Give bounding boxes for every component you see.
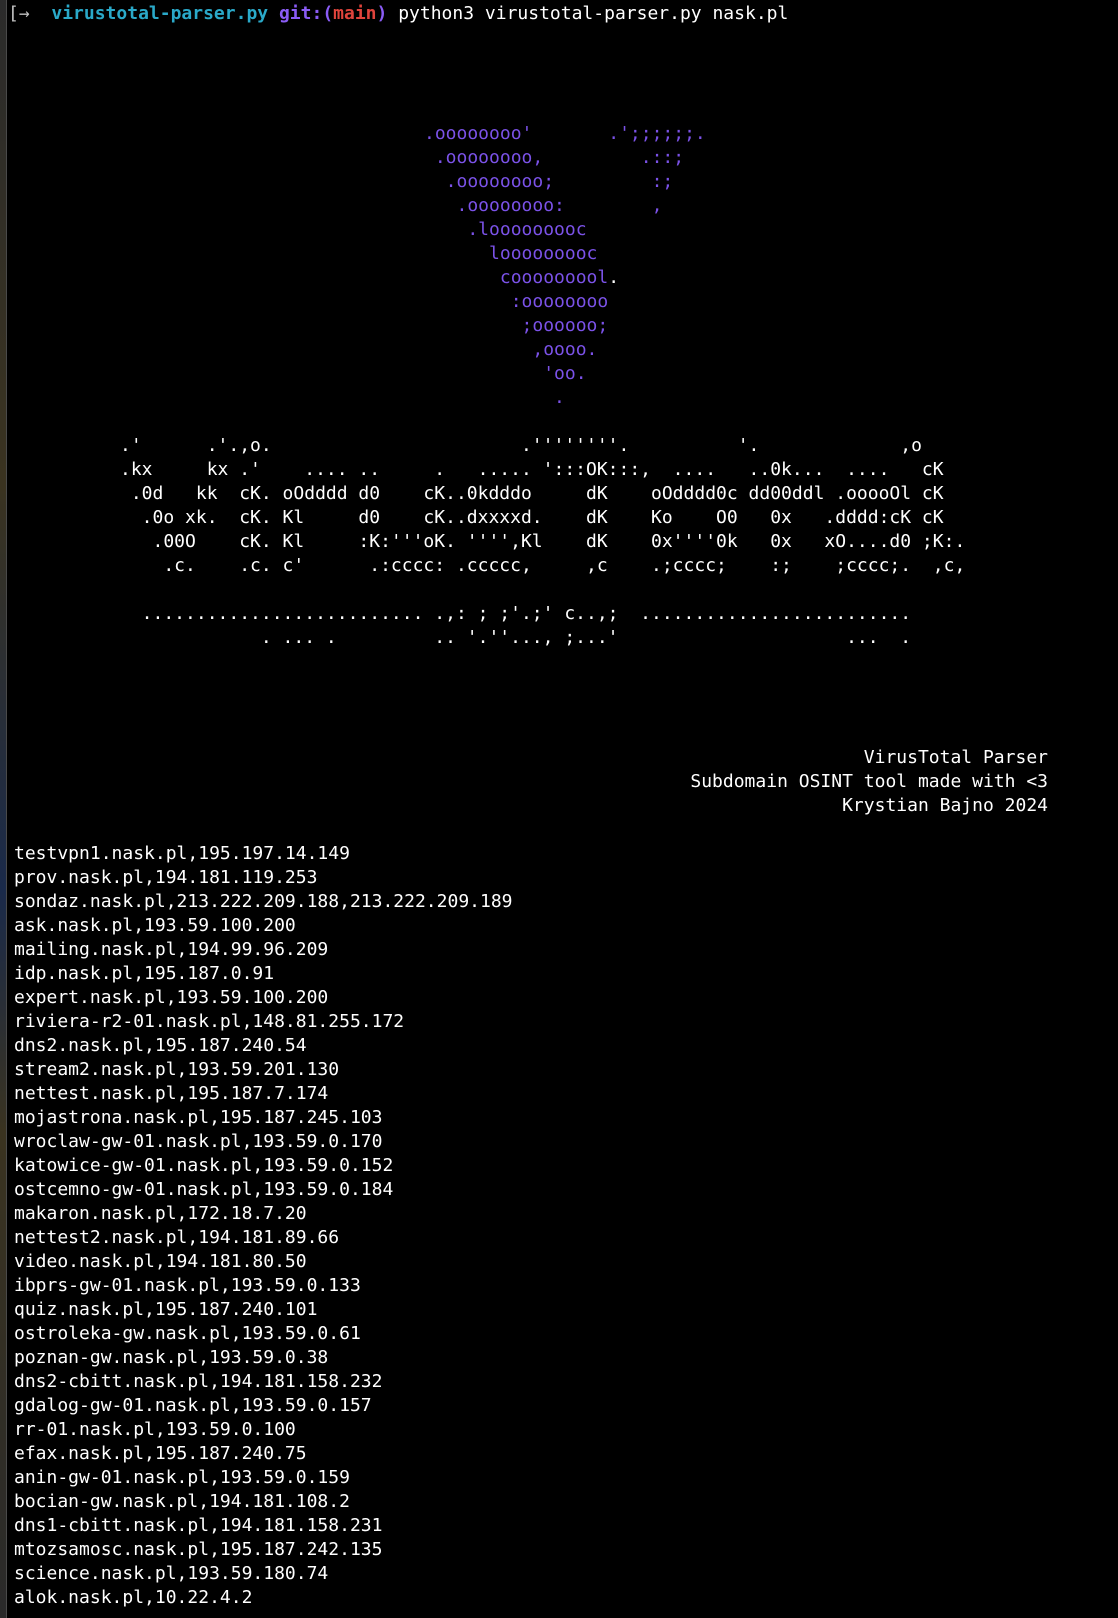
subdomain-result-row: anin-gw-01.nask.pl,193.59.0.159 [14,1467,350,1488]
subdomain-result-row: testvpn1.nask.pl,195.197.14.149 [14,843,350,864]
ascii-banner-line: .' .'.,o. .''''''''. '. ,o [120,435,922,456]
subdomain-result-row: sondaz.nask.pl,213.222.209.188,213.222.2… [14,891,513,912]
subdomain-result-row: ostroleka-gw.nask.pl,193.59.0.61 [14,1323,361,1344]
subdomain-result-row: quiz.nask.pl,195.187.240.101 [14,1299,318,1320]
prompt-git-close: ) [376,3,388,24]
ascii-logo-line: . [424,387,565,408]
ascii-logo-line: .oooooooo' .';;;;;;. [424,123,706,144]
credits-line: Subdomain OSINT tool made with <3 [690,771,1048,792]
prompt-git-branch: main [333,3,377,24]
ascii-banner-line: .c. .c. c' .:cccc: .ccccc, ,c .;cccc; :;… [120,555,966,576]
window-divider [6,0,7,1618]
ascii-banner-dots: .......................... .,: ; ;'.;' c… [120,602,911,650]
ascii-logo-line: cooooooool. [424,267,620,288]
subdomain-result-row: gdalog-gw-01.nask.pl,193.59.0.157 [14,1395,372,1416]
subdomain-result-row: rr-01.nask.pl,193.59.0.100 [14,1419,296,1440]
subdomain-result-row: science.nask.pl,193.59.180.74 [14,1563,329,1584]
credits-line: Krystian Bajno 2024 [842,795,1048,816]
subdomain-result-row: riviera-r2-01.nask.pl,148.81.255.172 [14,1011,405,1032]
subdomain-result-row: ostcemno-gw-01.nask.pl,193.59.0.184 [14,1179,394,1200]
ascii-banner-line: .kx kx .' .... .. . ..... ':::OK:::, ...… [120,459,944,480]
ascii-logo-line: .oooooooo: , [424,195,663,216]
ascii-logo-line: looooooooc [424,243,598,264]
subdomain-result-row: wroclaw-gw-01.nask.pl,193.59.0.170 [14,1131,383,1152]
subdomain-result-row: idp.nask.pl,195.187.0.91 [14,963,275,984]
subdomain-result-row: efax.nask.pl,195.187.240.75 [14,1443,307,1464]
subdomain-result-row: ask.nask.pl,193.59.100.200 [14,915,296,936]
subdomain-result-row: stream2.nask.pl,193.59.201.130 [14,1059,340,1080]
prompt-arrow-icon: [→ [8,3,30,24]
subdomain-result-row: poznan-gw.nask.pl,193.59.0.38 [14,1347,329,1368]
subdomain-result-row: makaron.nask.pl,172.18.7.20 [14,1203,307,1224]
subdomain-result-row: mojastrona.nask.pl,195.187.245.103 [14,1107,383,1128]
subdomain-result-row: ibprs-gw-01.nask.pl,193.59.0.133 [14,1275,361,1296]
subdomain-result-row: nettest2.nask.pl,194.181.89.66 [14,1227,340,1248]
ascii-logo-line: ,oooo. [424,339,598,360]
prompt-command: python3 virustotal-parser.py nask.pl [398,3,789,24]
ascii-logo-line: .looooooooc [424,219,587,240]
subdomain-result-row: prov.nask.pl,194.181.119.253 [14,867,318,888]
subdomain-result-row: mailing.nask.pl,194.99.96.209 [14,939,329,960]
ascii-logo-dot: . [608,267,620,288]
subdomain-result-row: dns1-cbitt.nask.pl,194.181.158.231 [14,1515,383,1536]
tool-credits: VirusTotal Parser Subdomain OSINT tool ma… [690,746,1048,818]
subdomain-result-row: katowice-gw-01.nask.pl,193.59.0.152 [14,1155,394,1176]
ascii-banner-line: .0o xk. cK. Kl d0 cK..dxxxxd. dK Ko O0 0… [120,507,944,528]
ascii-logo-line: .oooooooo, .::; [424,147,685,168]
prompt-directory: virustotal-parser.py [51,3,269,24]
subdomain-result-row: expert.nask.pl,193.59.100.200 [14,987,329,1008]
ascii-virustotal-logo: .oooooooo' .';;;;;;. .oooooooo, .::; .oo… [424,122,706,410]
ascii-logo-line: 'oo. [424,363,587,384]
ascii-logo-line: :oooooooo [424,291,609,312]
subdomain-result-row: dns2.nask.pl,195.187.240.54 [14,1035,307,1056]
credits-line: VirusTotal Parser [863,747,1048,768]
subdomain-results-list: testvpn1.nask.pl,195.197.14.149 prov.nask… [14,842,513,1610]
ascii-dots-line: .......................... .,: ; ;'.;' c… [120,603,912,624]
ascii-dots-line: . ... . .. '.''..., ;...' ... . [120,627,912,648]
subdomain-result-row: bocian-gw.nask.pl,194.181.108.2 [14,1491,350,1512]
ascii-banner-line: .00O cK. Kl :K:'''oK. '''',Kl dK 0x''''0… [120,531,966,552]
shell-prompt: [→ virustotal-parser.py git:(main) pytho… [8,2,788,26]
ascii-logo-line: ;oooooo; [424,315,609,336]
subdomain-result-row: mtozsamosc.nask.pl,195.187.242.135 [14,1539,383,1560]
ascii-banner-title: .' .'.,o. .''''''''. '. ,o .kx kx .' ....… [120,434,965,578]
subdomain-result-row: dns2-cbitt.nask.pl,194.181.158.232 [14,1371,383,1392]
ascii-banner-line: .0d kk cK. oOdddd d0 cK..0kdddo dK oOddd… [120,483,944,504]
subdomain-result-row: video.nask.pl,194.181.80.50 [14,1251,307,1272]
prompt-git-label: git:( [278,3,334,24]
subdomain-result-row: alok.nask.pl,10.22.4.2 [14,1587,253,1608]
ascii-logo-line: .oooooooo; :; [424,171,674,192]
subdomain-result-row: nettest.nask.pl,195.187.7.174 [14,1083,329,1104]
